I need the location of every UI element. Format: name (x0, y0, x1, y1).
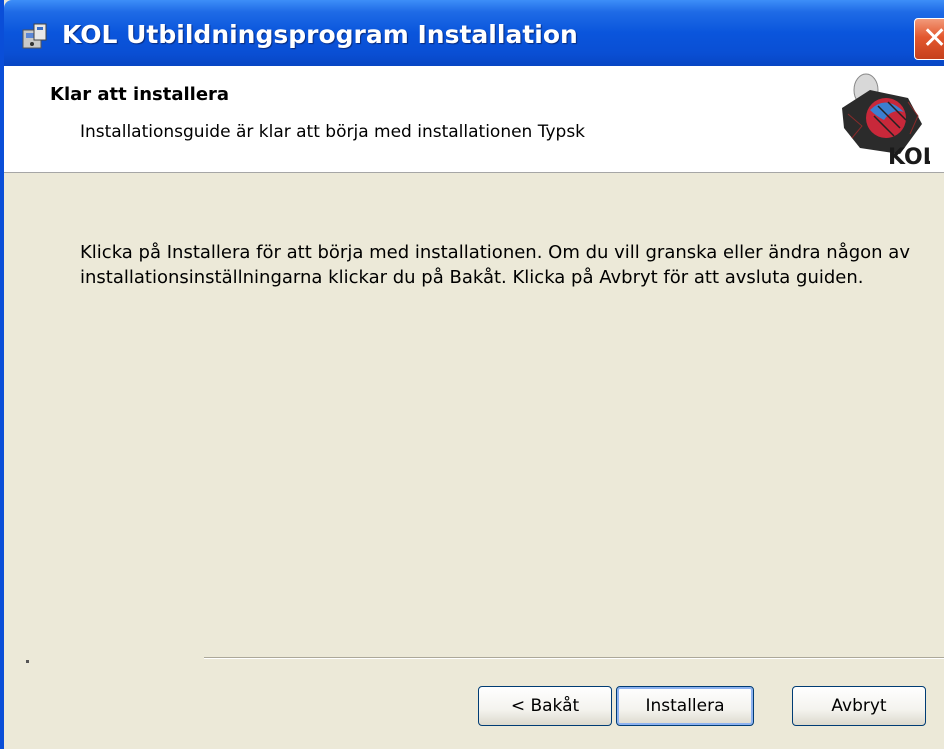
install-button[interactable]: Installera (616, 686, 754, 726)
close-button[interactable]: ✕ (914, 18, 944, 60)
separator (204, 657, 944, 659)
page-subtitle: Installationsguide är klar att börja med… (80, 122, 586, 142)
title-bar[interactable]: KOL Utbildningsprogram Installation ✕ (4, 0, 944, 66)
back-button[interactable]: < Bakåt (478, 686, 612, 726)
logo-text: KOL (888, 145, 930, 168)
installer-window: KOL Utbildningsprogram Installation ✕ Kl… (0, 0, 944, 749)
page-title: Klar att installera (50, 84, 230, 105)
header-panel (4, 66, 944, 173)
instruction-text: Klicka på Installera för att börja med i… (80, 242, 910, 288)
close-icon: ✕ (922, 21, 944, 56)
kol-logo: KOL (842, 73, 930, 168)
cancel-button[interactable]: Avbryt (792, 686, 926, 726)
dot-marker (26, 660, 29, 663)
window-title: KOL Utbildningsprogram Installation (62, 20, 578, 49)
installer-icon (22, 23, 47, 49)
